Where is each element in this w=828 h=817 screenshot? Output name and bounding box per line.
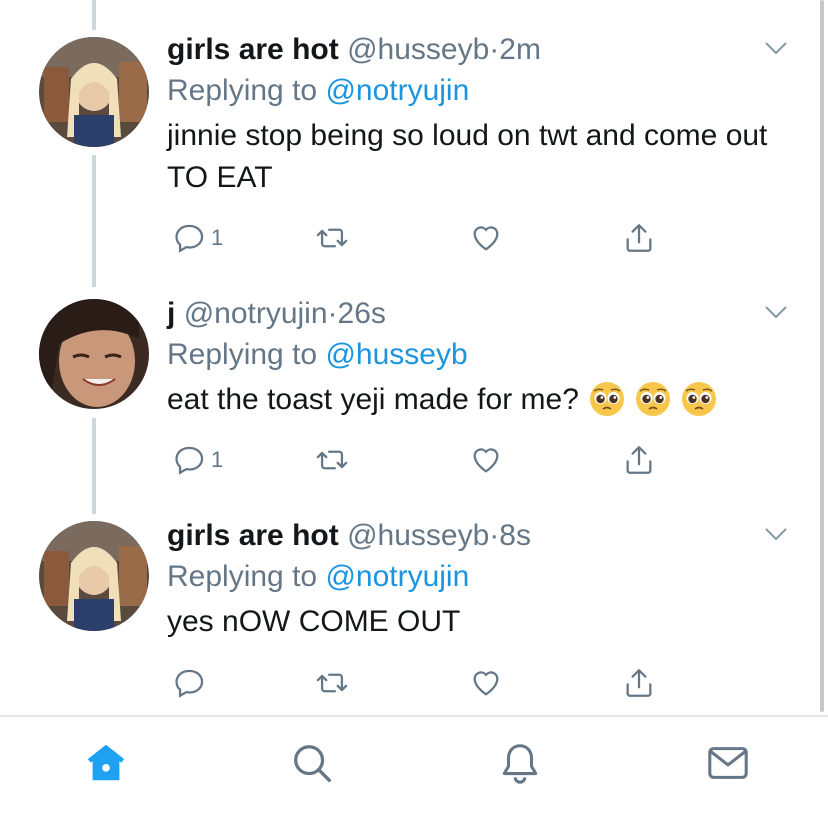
like-icon bbox=[473, 448, 499, 473]
retweet-button[interactable] bbox=[315, 220, 349, 256]
tweet-text: yes nOW COME OUT bbox=[167, 605, 461, 638]
retweet-button[interactable] bbox=[315, 442, 349, 478]
retweet-icon bbox=[316, 673, 348, 693]
tab-notifications[interactable] bbox=[496, 739, 544, 787]
like-button[interactable] bbox=[469, 665, 503, 701]
pleading-face-emoji bbox=[681, 382, 716, 416]
reply-button[interactable]: 1 bbox=[173, 442, 223, 478]
share-icon bbox=[626, 669, 652, 697]
avatar[interactable] bbox=[39, 299, 149, 409]
reply-icon bbox=[175, 669, 204, 698]
reply-button[interactable]: 1 bbox=[173, 220, 223, 256]
retweet-button[interactable] bbox=[315, 665, 349, 701]
tweet-header: girls are hot @husseyb·2m bbox=[167, 32, 541, 68]
chevron-down-icon[interactable] bbox=[764, 526, 788, 542]
avatar[interactable] bbox=[39, 37, 149, 147]
share-icon bbox=[626, 224, 652, 252]
thread-line bbox=[92, 0, 96, 30]
mention-link[interactable]: @notryujin bbox=[325, 74, 469, 107]
display-name[interactable]: girls are hot bbox=[167, 519, 339, 552]
share-button[interactable] bbox=[622, 665, 656, 701]
mention-link[interactable]: @husseyb bbox=[325, 338, 467, 371]
reply-count: 1 bbox=[211, 225, 224, 250]
tweet-text-container: eat the toast yeji made for me? bbox=[167, 379, 807, 421]
chevron-down-icon[interactable] bbox=[764, 304, 788, 320]
retweet-icon bbox=[316, 228, 348, 248]
timestamp[interactable]: 26s bbox=[338, 297, 386, 330]
replying-to: Replying to @notryujin bbox=[167, 73, 469, 109]
separator: · bbox=[327, 297, 338, 330]
replying-to: Replying to @husseyb bbox=[167, 337, 468, 373]
like-button[interactable] bbox=[469, 442, 503, 478]
tab-search[interactable] bbox=[288, 739, 336, 787]
tweet-actions: 1 bbox=[167, 220, 667, 260]
replying-to-label: Replying to bbox=[167, 338, 318, 371]
tweet-actions bbox=[167, 665, 667, 705]
tab-messages[interactable] bbox=[704, 739, 752, 787]
reply-icon bbox=[175, 224, 204, 253]
display-name[interactable]: j bbox=[167, 297, 175, 330]
share-button[interactable] bbox=[622, 220, 656, 256]
share-icon bbox=[626, 446, 652, 474]
like-icon bbox=[473, 226, 499, 251]
username[interactable]: @notryujin bbox=[184, 297, 328, 330]
replying-to-label: Replying to bbox=[167, 74, 318, 107]
notifications-icon bbox=[502, 744, 538, 784]
timestamp[interactable]: 2m bbox=[499, 33, 541, 66]
tweet-header: girls are hot @husseyb·8s bbox=[167, 518, 531, 554]
like-icon bbox=[473, 671, 499, 696]
chevron-down-icon[interactable] bbox=[764, 40, 788, 56]
username[interactable]: @husseyb bbox=[347, 519, 489, 552]
separator: · bbox=[489, 33, 500, 66]
display-name[interactable]: girls are hot bbox=[167, 33, 339, 66]
tweet-text: eat the toast yeji made for me? bbox=[167, 383, 579, 416]
tweet[interactable]: j @notryujin·26s Replying to @husseyb ea… bbox=[0, 296, 828, 506]
pleading-face-emoji bbox=[635, 382, 670, 416]
reply-button[interactable] bbox=[173, 665, 211, 701]
retweet-icon bbox=[316, 450, 348, 470]
replying-to-label: Replying to bbox=[167, 560, 318, 593]
tweet[interactable]: girls are hot @husseyb·8s Replying to @n… bbox=[0, 518, 828, 708]
reply-icon bbox=[175, 446, 204, 475]
tab-bar bbox=[0, 717, 828, 817]
tweet[interactable]: girls are hot @husseyb·2m Replying to @n… bbox=[0, 32, 828, 272]
timestamp[interactable]: 8s bbox=[499, 519, 531, 552]
replying-to: Replying to @notryujin bbox=[167, 559, 469, 595]
tab-home[interactable] bbox=[82, 739, 130, 787]
mention-link[interactable]: @notryujin bbox=[325, 560, 469, 593]
tweet-text: jinnie stop being so loud on twt and com… bbox=[167, 119, 768, 194]
messages-icon bbox=[708, 747, 748, 779]
avatar[interactable] bbox=[39, 521, 149, 631]
home-icon bbox=[87, 744, 125, 781]
tweet-header: j @notryujin·26s bbox=[167, 296, 386, 332]
username[interactable]: @husseyb bbox=[347, 33, 489, 66]
like-button[interactable] bbox=[469, 220, 503, 256]
separator: · bbox=[489, 519, 500, 552]
search-icon bbox=[294, 745, 331, 782]
share-button[interactable] bbox=[622, 442, 656, 478]
tweet-actions: 1 bbox=[167, 442, 667, 482]
reply-count: 1 bbox=[211, 447, 224, 472]
pleading-face-emoji bbox=[589, 382, 624, 416]
